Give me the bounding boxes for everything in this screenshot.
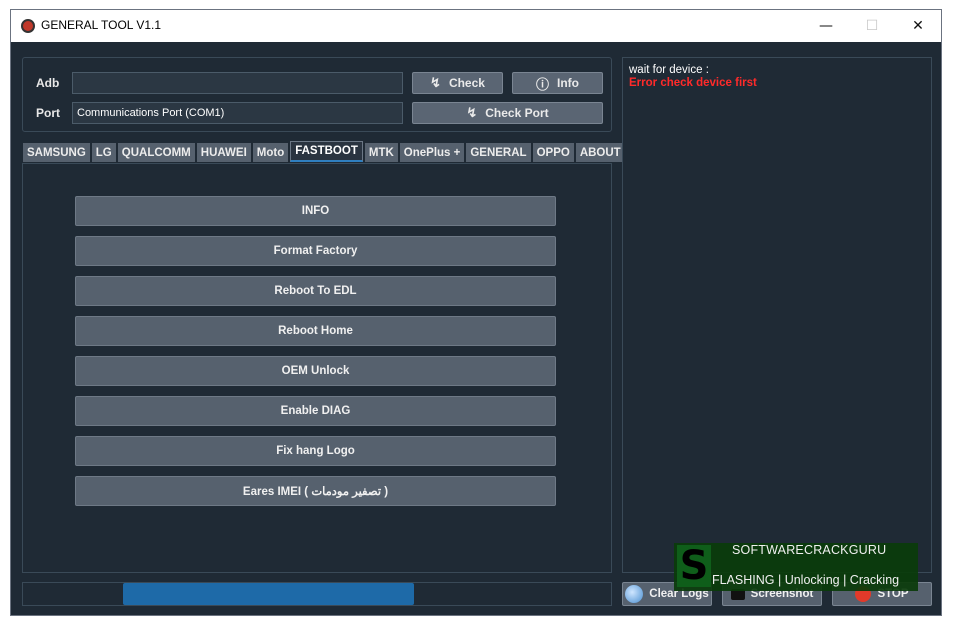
tab-general[interactable]: GENERAL (466, 143, 531, 162)
log-panel[interactable]: wait for device : Error check device fir… (622, 57, 932, 573)
port-field[interactable]: Communications Port (COM1) (72, 102, 403, 124)
info-action-button[interactable]: INFO (75, 196, 556, 226)
info-button-label: Info (557, 76, 579, 90)
adb-field[interactable] (72, 72, 403, 94)
info-button[interactable]: ⓘ Info (512, 72, 603, 94)
tab-fastboot[interactable]: FASTBOOT (290, 141, 363, 162)
log-error-line: Error check device first (629, 77, 757, 89)
app-logo-icon (21, 19, 35, 33)
info-icon: ⓘ (535, 76, 549, 92)
title-bar: GENERAL TOOL V1.1 — ☐ ✕ (11, 10, 941, 42)
watermark-logo: S (677, 543, 711, 589)
watermark-title: SOFTWARECRACKGURU (732, 543, 887, 557)
close-button[interactable]: ✕ (895, 10, 941, 42)
clear-icon (625, 585, 644, 603)
watermark-overlay: S SOFTWARECRACKGURU FLASHING | Unlocking… (674, 543, 918, 591)
fix-hang-logo-button[interactable]: Fix hang Logo (75, 436, 556, 466)
format-factory-button[interactable]: Format Factory (75, 236, 556, 266)
tab-samsung[interactable]: SAMSUNG (23, 143, 90, 162)
erase-imei-button[interactable]: Eares IMEI ( تصفير مودمات ) (75, 476, 556, 506)
tab-moto[interactable]: Moto (252, 143, 289, 162)
minimize-icon: — (819, 18, 833, 34)
reboot-home-button[interactable]: Reboot Home (75, 316, 556, 346)
watermark-subtitle: FLASHING | Unlocking | Cracking (712, 573, 900, 587)
flash-icon: ↯ (466, 105, 478, 120)
tab-oneplus[interactable]: OnePlus + (399, 143, 465, 162)
tab-mtk[interactable]: MTK (364, 143, 398, 162)
tab-huawei[interactable]: HUAWEI (196, 143, 251, 162)
progress-fill (123, 583, 414, 605)
fastboot-panel: INFO Format Factory Reboot To EDL Reboot… (22, 163, 612, 573)
tab-about[interactable]: ABOUT (575, 143, 625, 162)
oem-unlock-button[interactable]: OEM Unlock (75, 356, 556, 386)
minimize-button[interactable]: — (803, 10, 849, 42)
enable-diag-button[interactable]: Enable DIAG (75, 396, 556, 426)
tab-oppo[interactable]: OPPO (532, 143, 574, 162)
window-title: GENERAL TOOL V1.1 (41, 18, 162, 32)
reboot-to-edl-button[interactable]: Reboot To EDL (75, 276, 556, 306)
close-icon: ✕ (912, 18, 924, 34)
maximize-button[interactable]: ☐ (849, 10, 895, 42)
port-label: Port (36, 106, 60, 120)
adb-label: Adb (36, 76, 60, 90)
check-button-label: Check (448, 76, 485, 90)
check-port-button[interactable]: ↯ Check Port (412, 102, 603, 124)
maximize-icon: ☐ (865, 18, 879, 34)
log-line: wait for device : (629, 64, 709, 76)
connection-panel: Adb ↯ Check ⓘ Info Port Communications P… (22, 57, 612, 132)
app-window: GENERAL TOOL V1.1 — ☐ ✕ Adb ↯ Check ⓘ In… (10, 9, 942, 616)
progress-bar (22, 582, 612, 606)
tab-qualcomm[interactable]: QUALCOMM (117, 143, 195, 162)
flash-icon: ↯ (430, 75, 441, 90)
check-port-button-label: Check Port (485, 106, 549, 120)
check-button[interactable]: ↯ Check (412, 72, 503, 94)
tab-strip: SAMSUNG LG QUALCOMM HUAWEI Moto FASTBOOT… (23, 141, 625, 163)
tab-lg[interactable]: LG (91, 143, 116, 162)
